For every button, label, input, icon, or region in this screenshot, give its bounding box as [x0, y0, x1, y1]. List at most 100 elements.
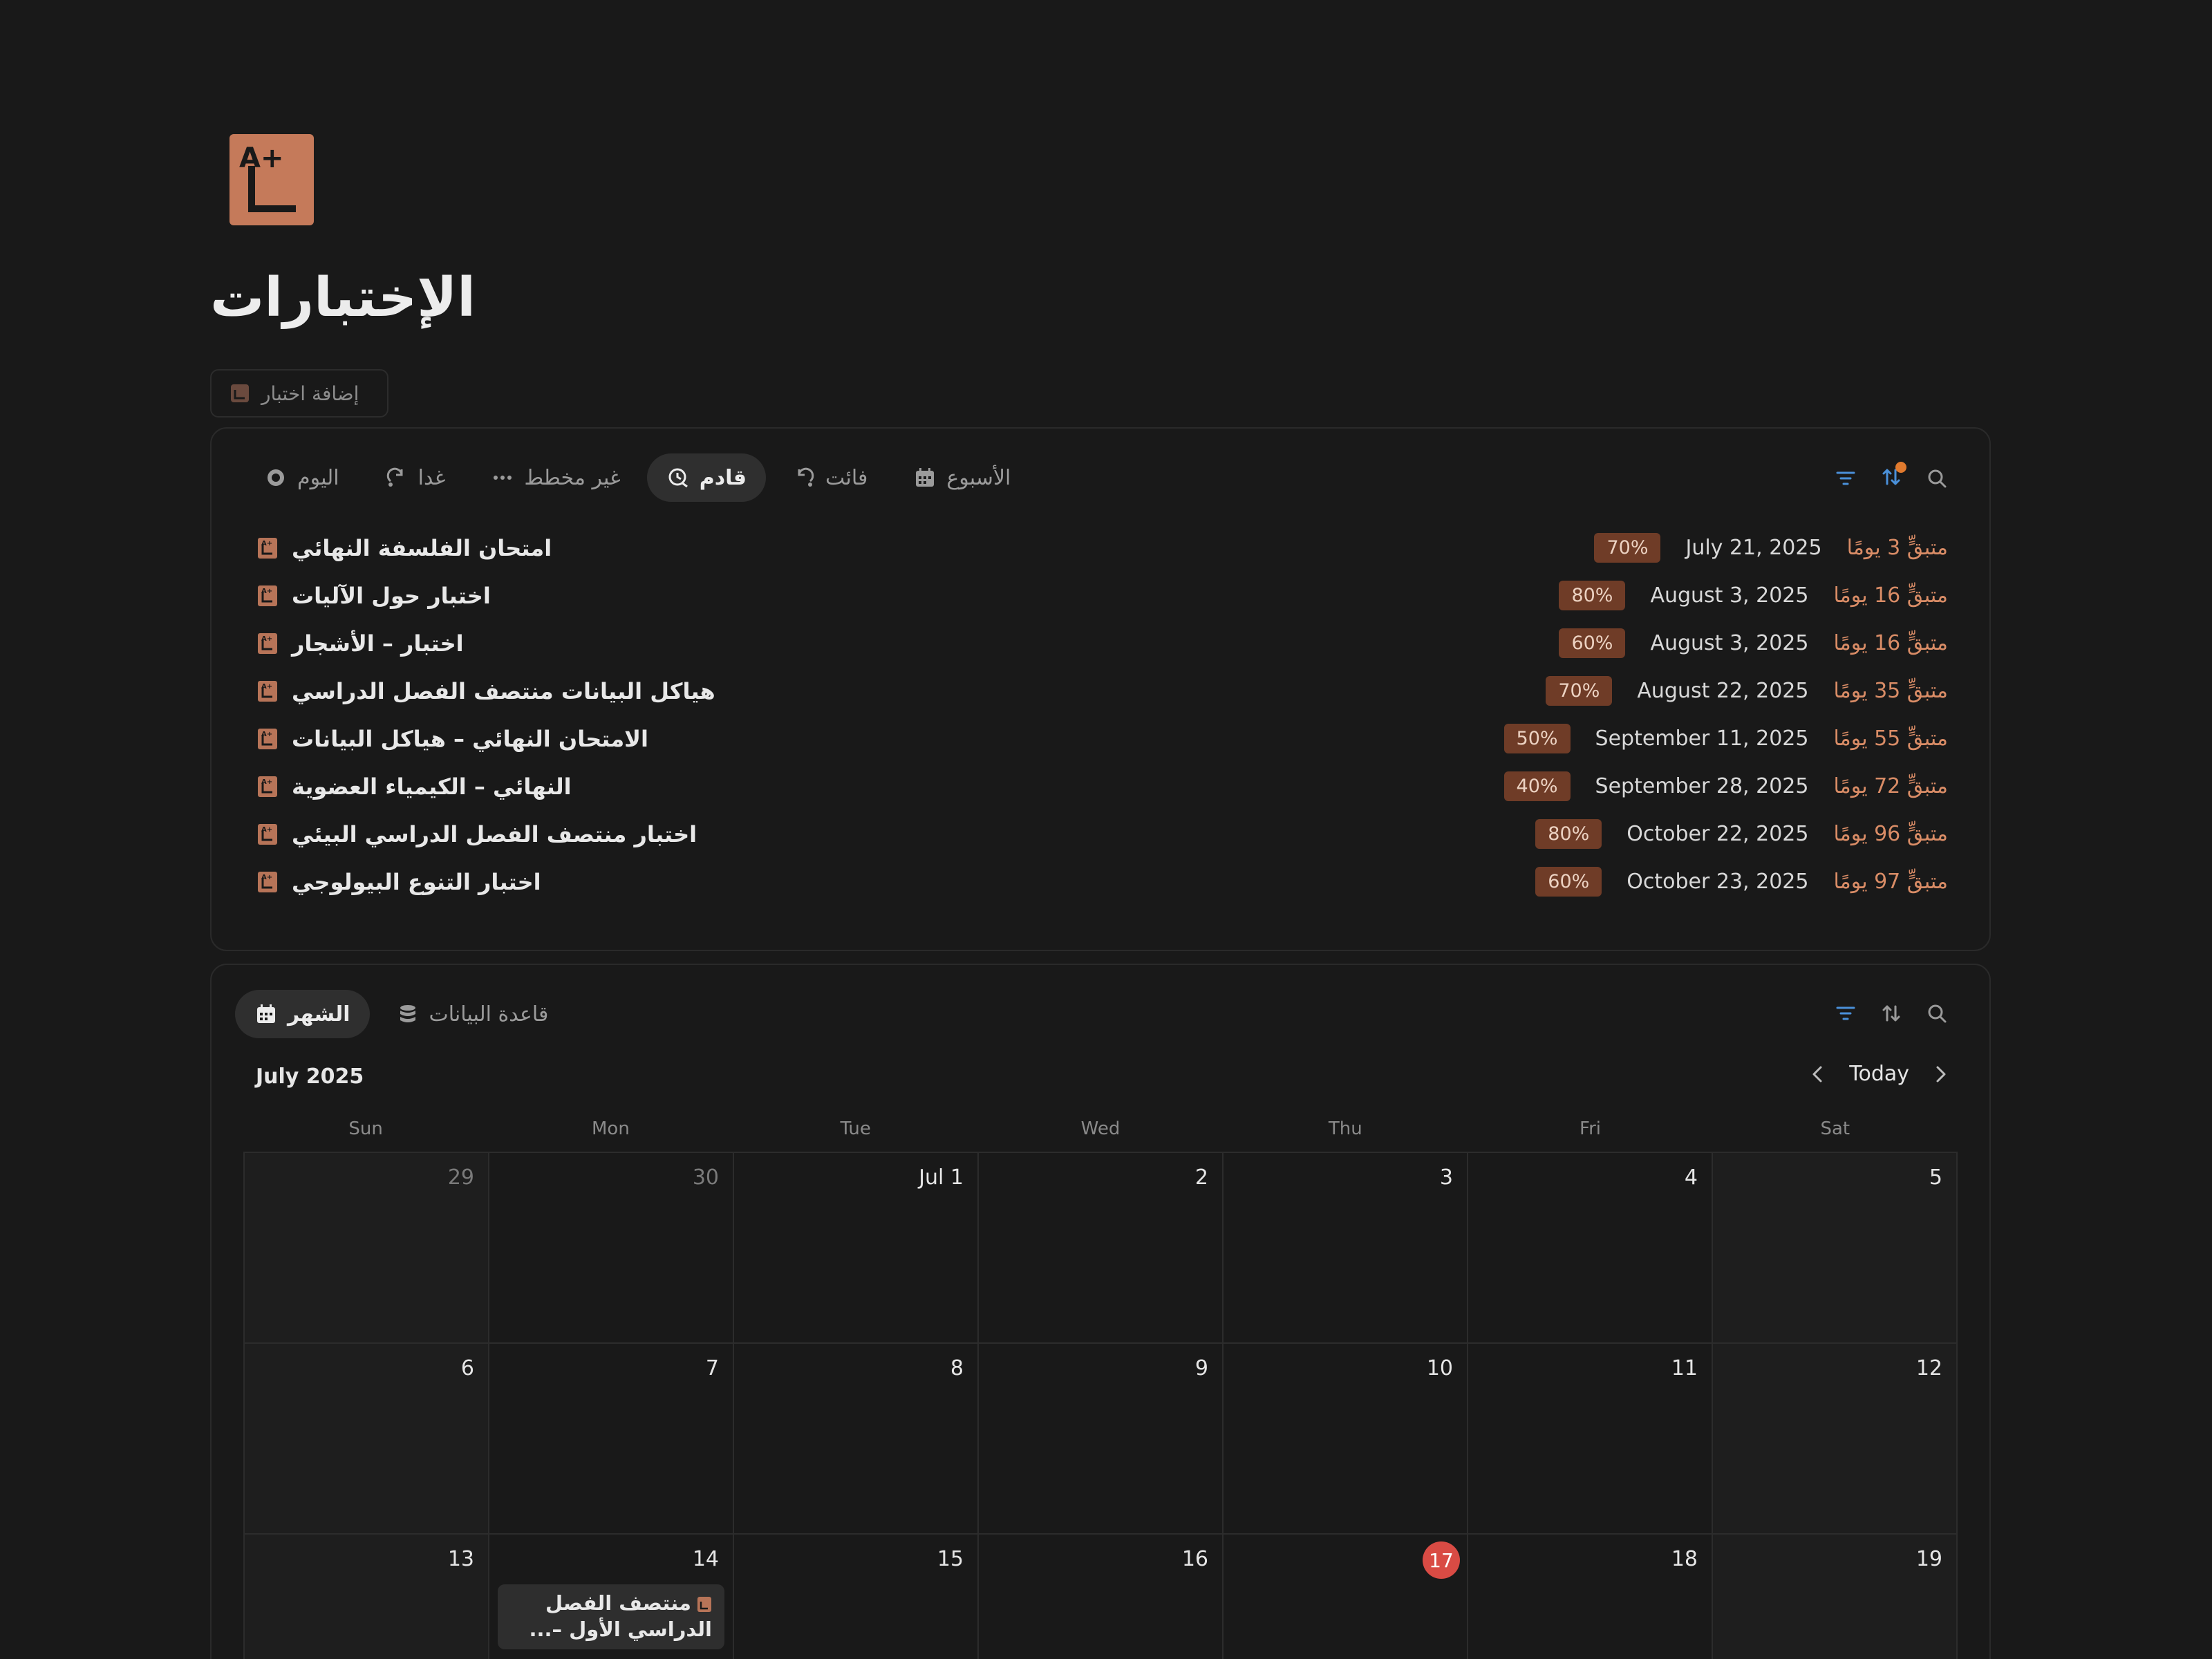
- exam-name[interactable]: النهائي – الكيمياء العضوية: [292, 774, 572, 800]
- calendar-day-cell[interactable]: 14 منتصف الفصل الدراسي الأول –...: [489, 1535, 734, 1659]
- date-number: 29: [447, 1165, 474, 1190]
- calendar-day-cell[interactable]: 17: [1224, 1535, 1468, 1659]
- exam-list: A+ امتحان الفلسفة النهائي 70% July 21, 2…: [253, 524, 1948, 906]
- view-tab[interactable]: قادم: [646, 453, 767, 502]
- exam-row[interactable]: A+ اختبار التنوع البيولوجي 60% October 2…: [253, 858, 1948, 906]
- weight-badge: 50%: [1503, 724, 1571, 753]
- calendar-day-cell[interactable]: 29: [245, 1153, 489, 1344]
- chevron-left-icon[interactable]: [1808, 1064, 1828, 1085]
- view-tabs: اليوم غدا غير مخطط قادم فائت الأسبوع: [245, 453, 1030, 502]
- exam-row[interactable]: A+ النهائي – الكيمياء العضوية 40% Septem…: [253, 762, 1948, 810]
- exam-doc-icon: A+: [258, 537, 277, 559]
- calendar-day-cell[interactable]: 7: [489, 1344, 734, 1535]
- exam-date: September 11, 2025: [1595, 727, 1809, 751]
- exam-name[interactable]: اختبار التنوع البيولوجي: [292, 869, 541, 895]
- circle-icon: [268, 469, 284, 486]
- calendar-day-cell[interactable]: 11: [1468, 1344, 1713, 1535]
- date-number: 12: [1915, 1356, 1942, 1380]
- search-icon[interactable]: [1926, 1002, 1948, 1024]
- days-remaining: متبقٍّ 55 يومًا: [1833, 727, 1948, 751]
- exam-name[interactable]: هياكل البيانات منتصف الفصل الدراسي: [292, 678, 715, 704]
- date-number: 9: [1194, 1356, 1208, 1380]
- calendar-day-cell[interactable]: 8: [734, 1344, 979, 1535]
- redo-icon: [386, 467, 403, 487]
- calendar-day-cell[interactable]: 30: [489, 1153, 734, 1344]
- calendar-day-cell[interactable]: 9: [979, 1344, 1224, 1535]
- view-tab[interactable]: فائت: [773, 453, 887, 502]
- calendar-day-cell[interactable]: 13: [245, 1535, 489, 1659]
- days-remaining: متبقٍّ 35 يومًا: [1833, 679, 1948, 703]
- exam-date: September 28, 2025: [1595, 774, 1809, 798]
- tab-label: قادم: [699, 465, 747, 490]
- calendar-nav: Today: [1808, 1062, 1951, 1086]
- weekday-label: Tue: [840, 1118, 871, 1139]
- exam-name[interactable]: اختبار – الأشجار: [292, 630, 464, 657]
- add-exam-button[interactable]: إضافة اختبار: [210, 369, 388, 418]
- exam-row[interactable]: A+ هياكل البيانات منتصف الفصل الدراسي 70…: [253, 667, 1948, 715]
- exam-doc-icon: A+: [258, 776, 277, 797]
- view-tab[interactable]: الأسبوع: [894, 453, 1030, 502]
- month-label: July 2025: [256, 1065, 364, 1089]
- calendar-day-cell[interactable]: 18: [1468, 1535, 1713, 1659]
- exam-row[interactable]: A+ اختبار حول الآليات 80% August 3, 2025…: [253, 572, 1948, 619]
- exam-doc-icon: A+: [258, 728, 277, 749]
- calendar-day-cell[interactable]: 5: [1713, 1153, 1958, 1344]
- view-tab[interactable]: غير مخطط: [471, 453, 639, 502]
- exam-title-cell: A+ امتحان الفلسفة النهائي: [257, 524, 552, 572]
- exam-name[interactable]: اختبار حول الآليات: [292, 583, 491, 609]
- days-remaining: متبقٍّ 16 يومًا: [1833, 631, 1948, 655]
- calendar-view-tab[interactable]: قاعدة البيانات: [377, 990, 568, 1038]
- weight-badge: 80%: [1535, 819, 1602, 849]
- svg-text:A+: A+: [261, 683, 272, 691]
- view-tab[interactable]: اليوم: [245, 453, 359, 502]
- exam-name[interactable]: اختبار منتصف الفصل الدراسي البيئي: [292, 821, 697, 847]
- weekday-header: Sun Mon Tue Wed Thu Fri Sat: [243, 1118, 1958, 1139]
- weight-badge: 40%: [1503, 771, 1571, 801]
- exam-doc-icon: A+: [258, 680, 277, 702]
- svg-text:A+: A+: [261, 540, 272, 547]
- exam-doc-icon: A+: [258, 632, 277, 654]
- exam-name[interactable]: امتحان الفلسفة النهائي: [292, 535, 552, 561]
- calendar-day-cell[interactable]: Jul 1: [734, 1153, 979, 1344]
- grade-book-icon: A+: [229, 134, 314, 225]
- days-remaining: متبقٍّ 96 يومًا: [1833, 822, 1948, 846]
- chevron-right-icon[interactable]: [1930, 1064, 1951, 1085]
- sort-button[interactable]: [1880, 462, 1906, 491]
- exam-doc-icon: A+: [258, 585, 277, 606]
- sort-icon[interactable]: [1880, 1002, 1902, 1024]
- filter-icon[interactable]: [1835, 1002, 1857, 1024]
- exam-row[interactable]: A+ امتحان الفلسفة النهائي 70% July 21, 2…: [253, 524, 1948, 572]
- exam-doc-icon: [231, 384, 249, 402]
- weekday-label: Sat: [1820, 1118, 1850, 1139]
- exam-name[interactable]: الامتحان النهائي – هياكل البيانات: [292, 726, 648, 752]
- calendar-day-cell[interactable]: 3: [1224, 1153, 1468, 1344]
- search-icon[interactable]: [1926, 467, 1948, 489]
- today-button[interactable]: Today: [1849, 1062, 1909, 1086]
- calendar-day-cell[interactable]: 2: [979, 1153, 1224, 1344]
- calendar-day-cell[interactable]: 12: [1713, 1344, 1958, 1535]
- date-number: 6: [460, 1356, 474, 1380]
- exam-row[interactable]: A+ اختبار – الأشجار 60% August 3, 2025 م…: [253, 619, 1948, 667]
- calendar-day-cell[interactable]: 16: [979, 1535, 1224, 1659]
- calendar-day-cell[interactable]: 19: [1713, 1535, 1958, 1659]
- filter-icon[interactable]: [1835, 467, 1857, 489]
- svg-text:A+: A+: [261, 731, 272, 738]
- calendar-event[interactable]: منتصف الفصل الدراسي الأول –...: [498, 1584, 724, 1649]
- calendar-view-tab[interactable]: الشهر: [235, 990, 370, 1038]
- exam-meta: 50% September 11, 2025 متبقٍّ 55 يومًا: [1503, 715, 1948, 762]
- exam-doc-icon: A+: [258, 871, 277, 892]
- calendar-day-cell[interactable]: 4: [1468, 1153, 1713, 1344]
- view-tab[interactable]: غدا: [366, 453, 465, 502]
- weight-badge: 70%: [1594, 533, 1661, 563]
- month-grid: 29 30 Jul 1 2 3 4 5 6 7 8 9 10 11 12 13 14 منتصف الفصل ا…: [243, 1152, 1958, 1659]
- calendar-day-cell[interactable]: 10: [1224, 1344, 1468, 1535]
- exam-row[interactable]: A+ الامتحان النهائي – هياكل البيانات 50%…: [253, 715, 1948, 762]
- date-number: 11: [1671, 1356, 1698, 1380]
- date-number: 7: [705, 1356, 719, 1380]
- calendar-day-cell[interactable]: 6: [245, 1344, 489, 1535]
- exam-date: August 22, 2025: [1637, 679, 1809, 703]
- calendar-day-cell[interactable]: 15: [734, 1535, 979, 1659]
- svg-text:A+: A+: [261, 874, 272, 881]
- exam-row[interactable]: A+ اختبار منتصف الفصل الدراسي البيئي 80%…: [253, 810, 1948, 858]
- days-remaining: متبقٍّ 16 يومًا: [1833, 583, 1948, 608]
